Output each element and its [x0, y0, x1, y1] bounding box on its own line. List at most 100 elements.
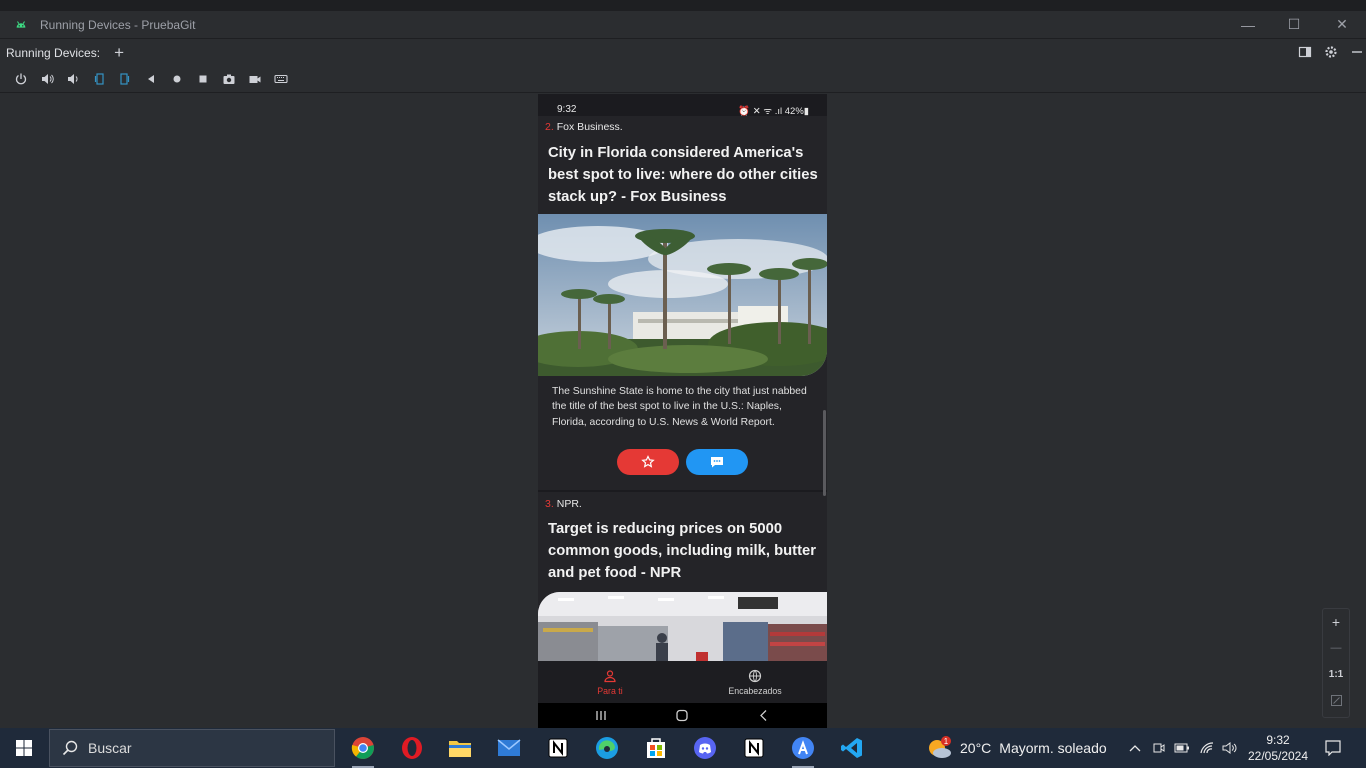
title-bar: Running Devices - PruebaGit — [0, 11, 1366, 38]
chrome-taskbar-icon[interactable] — [340, 728, 386, 768]
store-taskbar-icon[interactable] — [633, 728, 679, 768]
show-hidden-icons[interactable] — [1124, 728, 1146, 768]
android-icon — [16, 20, 26, 28]
windows-icon — [16, 740, 32, 756]
mail-icon — [497, 739, 521, 756]
status-time: 9:32 — [557, 104, 577, 115]
device-screen[interactable]: 9:32 ⏰ ✕ ᯤ .ıl 42%▮ 2. Fox Business. City… — [538, 94, 827, 728]
recents-icon[interactable] — [594, 709, 608, 722]
article-headline[interactable]: Target is reducing prices on 5000 common… — [548, 518, 818, 584]
overview-icon[interactable] — [190, 68, 216, 90]
volume-down-icon[interactable] — [60, 68, 86, 90]
discord-taskbar-icon[interactable] — [682, 728, 728, 768]
maximize-button[interactable]: ☐ — [1271, 11, 1317, 38]
comment-button[interactable] — [686, 449, 748, 475]
notion-alt-taskbar-icon[interactable] — [731, 728, 777, 768]
start-button[interactable] — [0, 728, 48, 768]
fit-screen-button[interactable] — [1323, 687, 1349, 713]
search-icon — [62, 740, 78, 756]
article-image[interactable] — [538, 592, 827, 661]
person-icon — [604, 669, 616, 682]
edge-icon — [596, 737, 618, 759]
vscode-taskbar-icon[interactable] — [829, 728, 875, 768]
article-card[interactable]: 2. Fox Business. City in Florida consider… — [538, 116, 827, 490]
article-description: The Sunshine State is home to the city t… — [552, 386, 807, 428]
folder-icon — [449, 741, 471, 757]
weather-badge: 1 — [944, 737, 949, 746]
article-source: 2. Fox Business. — [545, 121, 623, 133]
actual-size-button[interactable]: 1:1 — [1323, 661, 1349, 687]
zoom-out-button[interactable]: — — [1323, 635, 1349, 661]
home-nav-icon[interactable] — [675, 709, 689, 722]
bottom-navigation: Para ti Encabezados — [538, 661, 827, 703]
article-number: 3. — [545, 498, 554, 510]
nav-para-ti[interactable]: Para ti — [538, 661, 682, 703]
meet-icon — [1153, 743, 1165, 753]
store-icon — [647, 738, 665, 758]
opera-taskbar-icon[interactable] — [389, 728, 435, 768]
zoom-controls: + — 1:1 — [1322, 608, 1350, 718]
mail-taskbar-icon[interactable] — [486, 728, 532, 768]
rotate-left-icon[interactable] — [86, 68, 112, 90]
back-nav-icon[interactable] — [757, 709, 771, 722]
nav-encabezados[interactable]: Encabezados — [683, 661, 827, 703]
taskbar-search[interactable]: Buscar — [49, 729, 335, 767]
article-headline[interactable]: City in Florida considered America's bes… — [548, 142, 818, 208]
volume-up-icon[interactable] — [34, 68, 60, 90]
partly-sunny-icon: 1 — [929, 736, 951, 758]
home-icon[interactable] — [164, 68, 190, 90]
notion-icon — [548, 738, 568, 758]
running-devices-tabbar: Running Devices: + — [0, 38, 1366, 66]
screenshot-icon[interactable] — [216, 68, 242, 90]
article-image[interactable] — [538, 214, 827, 376]
rotate-right-icon[interactable] — [112, 68, 138, 90]
notification-icon — [1325, 740, 1341, 756]
taskbar: Buscar 1 20°C Mayorm. soleado 9:32 22/05… — [0, 728, 1366, 768]
meet-now-tray[interactable] — [1148, 728, 1170, 768]
gear-icon[interactable] — [1318, 41, 1344, 63]
article-source-name: NPR. — [556, 498, 582, 510]
power-icon[interactable] — [8, 68, 34, 90]
layout-icon[interactable] — [1292, 41, 1318, 63]
android-studio-taskbar-icon[interactable] — [780, 728, 826, 768]
weather-widget[interactable]: 1 20°C Mayorm. soleado — [926, 728, 1107, 768]
edge-taskbar-icon[interactable] — [584, 728, 630, 768]
wifi-tray[interactable] — [1196, 728, 1218, 768]
fit-screen-icon — [1330, 694, 1342, 706]
scrollbar-thumb[interactable] — [823, 410, 826, 496]
notion-icon — [744, 738, 764, 758]
chevron-up-icon — [1129, 745, 1141, 752]
volume-tray[interactable] — [1219, 728, 1241, 768]
battery-icon — [1174, 743, 1189, 753]
status-bar: 9:32 ⏰ ✕ ᯤ .ıl 42%▮ — [538, 94, 827, 117]
keyboard-icon[interactable] — [268, 68, 294, 90]
article-card[interactable]: 3. NPR. Target is reducing prices on 5000… — [538, 492, 827, 661]
screen-record-icon[interactable] — [242, 68, 268, 90]
window-title: Running Devices - PruebaGit — [40, 17, 196, 32]
nav-encabezados-label: Encabezados — [728, 685, 782, 696]
add-device-button[interactable]: + — [114, 43, 124, 63]
wifi-icon — [1200, 742, 1214, 754]
article-source-name: Fox Business. — [556, 121, 623, 133]
zoom-in-button[interactable]: + — [1323, 609, 1349, 635]
battery-tray[interactable] — [1171, 728, 1193, 768]
notion-taskbar-icon[interactable] — [535, 728, 581, 768]
close-button[interactable]: ✕ — [1319, 11, 1365, 38]
hide-panel-icon[interactable] — [1344, 41, 1366, 63]
taskbar-clock[interactable]: 9:32 22/05/2024 — [1244, 732, 1312, 764]
minimize-button[interactable]: — — [1225, 11, 1271, 38]
notifications-button[interactable] — [1320, 728, 1346, 768]
nav-para-ti-label: Para ti — [597, 685, 623, 696]
globe-icon — [748, 669, 762, 682]
article-number: 2. — [545, 121, 554, 133]
chrome-icon — [351, 737, 374, 759]
article-source: 3. NPR. — [545, 498, 582, 510]
panel-actions — [1292, 38, 1366, 65]
favorite-button[interactable] — [617, 449, 679, 475]
weather-desc: Mayorm. soleado — [999, 740, 1107, 756]
speaker-icon — [1222, 742, 1237, 754]
file-explorer-taskbar-icon[interactable] — [437, 728, 483, 768]
back-icon[interactable] — [138, 68, 164, 90]
window-top-strip — [0, 0, 1366, 11]
star-icon — [641, 455, 655, 468]
